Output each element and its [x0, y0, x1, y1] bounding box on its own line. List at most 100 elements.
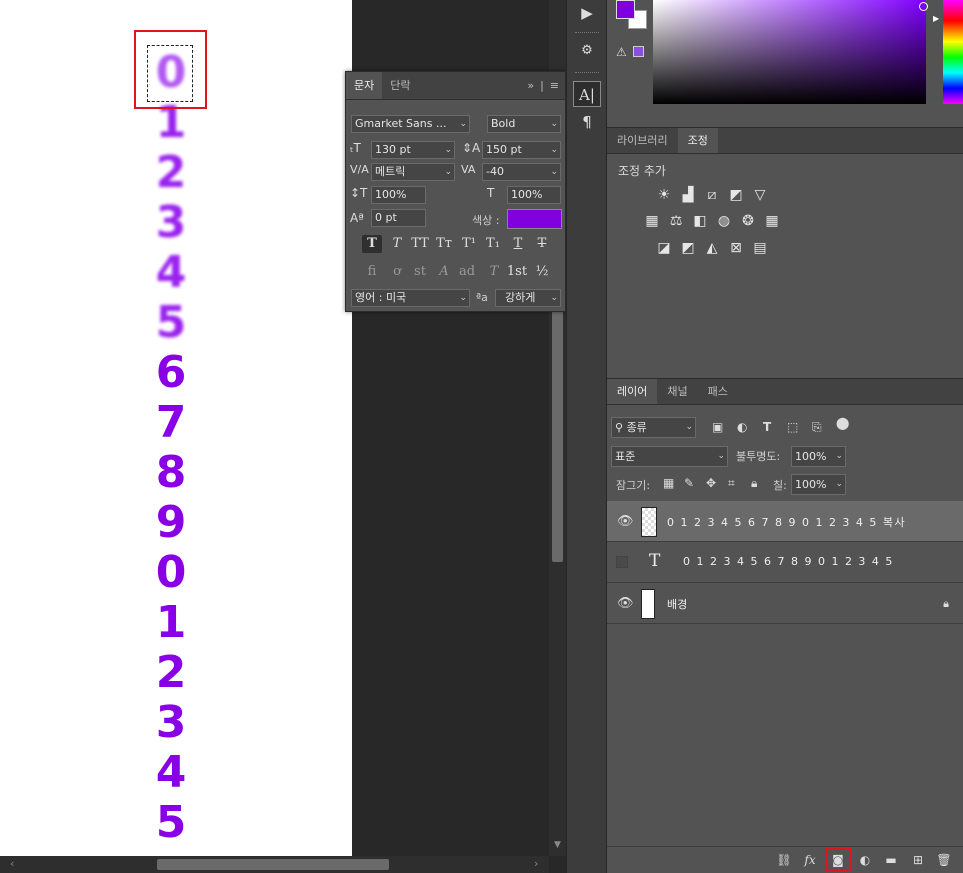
old-style-button[interactable]: ơ [386, 263, 408, 281]
tab-character[interactable]: 문자 [346, 72, 383, 99]
all-caps-button[interactable]: TT [410, 235, 430, 253]
link-layers-icon[interactable]: ⛓ [775, 852, 793, 868]
new-fill-adjustment-icon[interactable]: ◐ [856, 852, 874, 868]
lock-all-icon[interactable]: 🔒︎ [751, 476, 757, 491]
brightness-icon[interactable]: ☀ [656, 187, 672, 203]
swash-button[interactable]: A [433, 263, 455, 281]
hue-slider-arrow-icon[interactable]: ▶ [933, 14, 939, 23]
threshold-icon[interactable]: ◭ [704, 240, 720, 256]
vibrance-icon[interactable]: ▽ [752, 187, 768, 203]
color-lookup-icon[interactable]: ▦ [764, 213, 780, 229]
antialias-select[interactable]: 강하게 ⌄ [495, 289, 561, 307]
language-select[interactable]: 영어 : 미국 ⌄ [351, 289, 470, 307]
paragraph-panel-icon[interactable]: ¶ [573, 109, 601, 135]
lock-artboard-icon[interactable]: ⌗ [728, 476, 735, 491]
ordinal-button[interactable]: 1st [506, 263, 528, 281]
panel-menu-icon[interactable]: ≡ [550, 79, 559, 92]
hue-saturation-icon[interactable]: ▦ [644, 213, 660, 229]
layer-row[interactable]: T 0 1 2 3 4 5 6 7 8 9 0 1 2 3 4 5 [607, 542, 963, 583]
underline-button[interactable]: T [508, 235, 528, 253]
play-icon[interactable]: ▶ [573, 0, 601, 26]
filter-toggle-icon[interactable]: ⬤ [836, 416, 849, 430]
tab-paragraph[interactable]: 단락 [382, 72, 418, 99]
titling-button[interactable]: T [483, 263, 505, 281]
tracking-field[interactable]: -40 ⌄ [482, 163, 561, 181]
properties-icon[interactable]: ⚙ [573, 38, 601, 64]
document-canvas[interactable]: 0123456789012345 [0, 0, 352, 856]
selective-color-icon[interactable]: ⊠ [728, 240, 744, 256]
kerning-field[interactable]: 메트릭 ⌄ [371, 163, 455, 181]
eye-icon[interactable]: 👁︎ [617, 514, 634, 529]
lock-paint-icon[interactable]: ✎ [684, 476, 694, 490]
new-layer-icon[interactable]: ⊞ [909, 852, 927, 868]
opacity-field[interactable]: 100% ⌄ [791, 446, 846, 467]
scroll-right-icon[interactable]: › [534, 857, 538, 870]
color-picker-field[interactable] [653, 0, 928, 104]
font-family-select[interactable]: Gmarket Sans ... ⌄ [351, 115, 470, 133]
layer-filter-select[interactable]: ⚲ 종류 ⌄ [611, 417, 696, 438]
curves-icon[interactable]: ⧄ [704, 187, 720, 203]
foreground-color-swatch[interactable] [616, 0, 635, 19]
horizontal-scroll-thumb[interactable] [157, 859, 389, 870]
scroll-down-icon[interactable]: ▼ [552, 840, 563, 852]
strikethrough-button[interactable]: T [532, 235, 552, 253]
tab-paths[interactable]: 패스 [698, 379, 738, 404]
baseline-shift-field[interactable]: 0 pt [371, 209, 426, 227]
visibility-toggle[interactable] [616, 556, 628, 568]
fill-field[interactable]: 100% ⌄ [791, 474, 846, 495]
filter-adjustment-icon[interactable]: ◐ [737, 420, 747, 434]
gradient-map-icon[interactable]: ▤ [752, 240, 768, 256]
small-caps-button[interactable]: Tт [434, 235, 454, 253]
faux-italic-button[interactable]: T [387, 235, 407, 253]
vertical-scale-field[interactable]: 100% [371, 186, 426, 204]
exposure-icon[interactable]: ◩ [728, 187, 744, 203]
channel-mixer-icon[interactable]: ❂ [740, 213, 756, 229]
blend-mode-select[interactable]: 표준 ⌄ [611, 446, 728, 467]
delete-layer-icon[interactable]: 🗑︎ [935, 852, 953, 868]
character-panel-icon[interactable]: A| [573, 81, 601, 107]
hue-slider[interactable] [943, 0, 963, 104]
eye-icon[interactable]: 👁︎ [617, 596, 634, 611]
lock-transparency-icon[interactable]: ▦ [663, 476, 674, 490]
scroll-left-icon[interactable]: ‹ [10, 857, 14, 870]
invert-icon[interactable]: ◪ [656, 240, 672, 256]
discretionary-ligature-button[interactable]: st [409, 263, 431, 281]
gamut-warning-icon[interactable]: ⚠ [616, 45, 627, 59]
posterize-icon[interactable]: ◩ [680, 240, 696, 256]
filter-shape-icon[interactable]: ⬚ [787, 420, 798, 434]
annotation-highlight-box [825, 848, 851, 872]
tab-adjustments[interactable]: 조정 [677, 128, 718, 153]
websafe-color-swatch[interactable] [633, 46, 644, 57]
vertical-scroll-thumb[interactable] [552, 290, 563, 562]
ligature-button[interactable]: fi [361, 263, 383, 281]
lock-position-icon[interactable]: ✥ [706, 476, 716, 490]
color-picker-ring[interactable] [919, 2, 928, 11]
horizontal-scrollbar[interactable]: ‹ › [0, 856, 549, 873]
text-color-swatch[interactable] [507, 209, 562, 229]
horizontal-scale-field[interactable]: 100% [507, 186, 561, 204]
fraction-button[interactable]: ½ [531, 263, 553, 281]
photo-filter-icon[interactable]: ◍ [716, 213, 732, 229]
leading-field[interactable]: 150 pt ⌄ [482, 141, 561, 159]
layer-row[interactable]: 👁︎ 0 1 2 3 4 5 6 7 8 9 0 1 2 3 4 5 복사 [607, 501, 963, 542]
black-white-icon[interactable]: ◧ [692, 213, 708, 229]
tab-layers[interactable]: 레이어 [607, 379, 658, 404]
filter-pixel-icon[interactable]: ▣ [712, 420, 723, 434]
levels-icon[interactable]: ▟ [680, 187, 696, 203]
tab-channels[interactable]: 채널 [657, 379, 697, 404]
superscript-button[interactable]: T¹ [459, 235, 479, 253]
font-style-select[interactable]: Bold ⌄ [487, 115, 561, 133]
subscript-button[interactable]: T₁ [483, 235, 503, 253]
filter-smartobject-icon[interactable]: ⎘ [812, 420, 822, 435]
right-panels: ⚠ ▶ 라이브러리 조정 조정 추가 ☀ ▟ ⧄ ◩ ▽ ▦ ⚖ ◧ ◍ ❂ ▦ ◪ ◩ ◭ ⊠ ▤ 레이어 … [607, 0, 963, 873]
fx-icon[interactable]: fx [801, 852, 819, 868]
font-size-field[interactable]: 130 pt ⌄ [371, 141, 455, 159]
collapse-icon[interactable]: » [527, 79, 534, 92]
filter-type-icon[interactable]: T [763, 420, 771, 434]
color-balance-icon[interactable]: ⚖ [668, 213, 684, 229]
layer-row[interactable]: 👁︎ 배경 🔒︎ [607, 583, 963, 624]
tab-libraries[interactable]: 라이브러리 [607, 128, 678, 153]
new-group-icon[interactable]: ▬ [882, 852, 900, 868]
stylistic-alt-button[interactable]: ad [456, 263, 478, 281]
faux-bold-button[interactable]: T [362, 235, 382, 253]
